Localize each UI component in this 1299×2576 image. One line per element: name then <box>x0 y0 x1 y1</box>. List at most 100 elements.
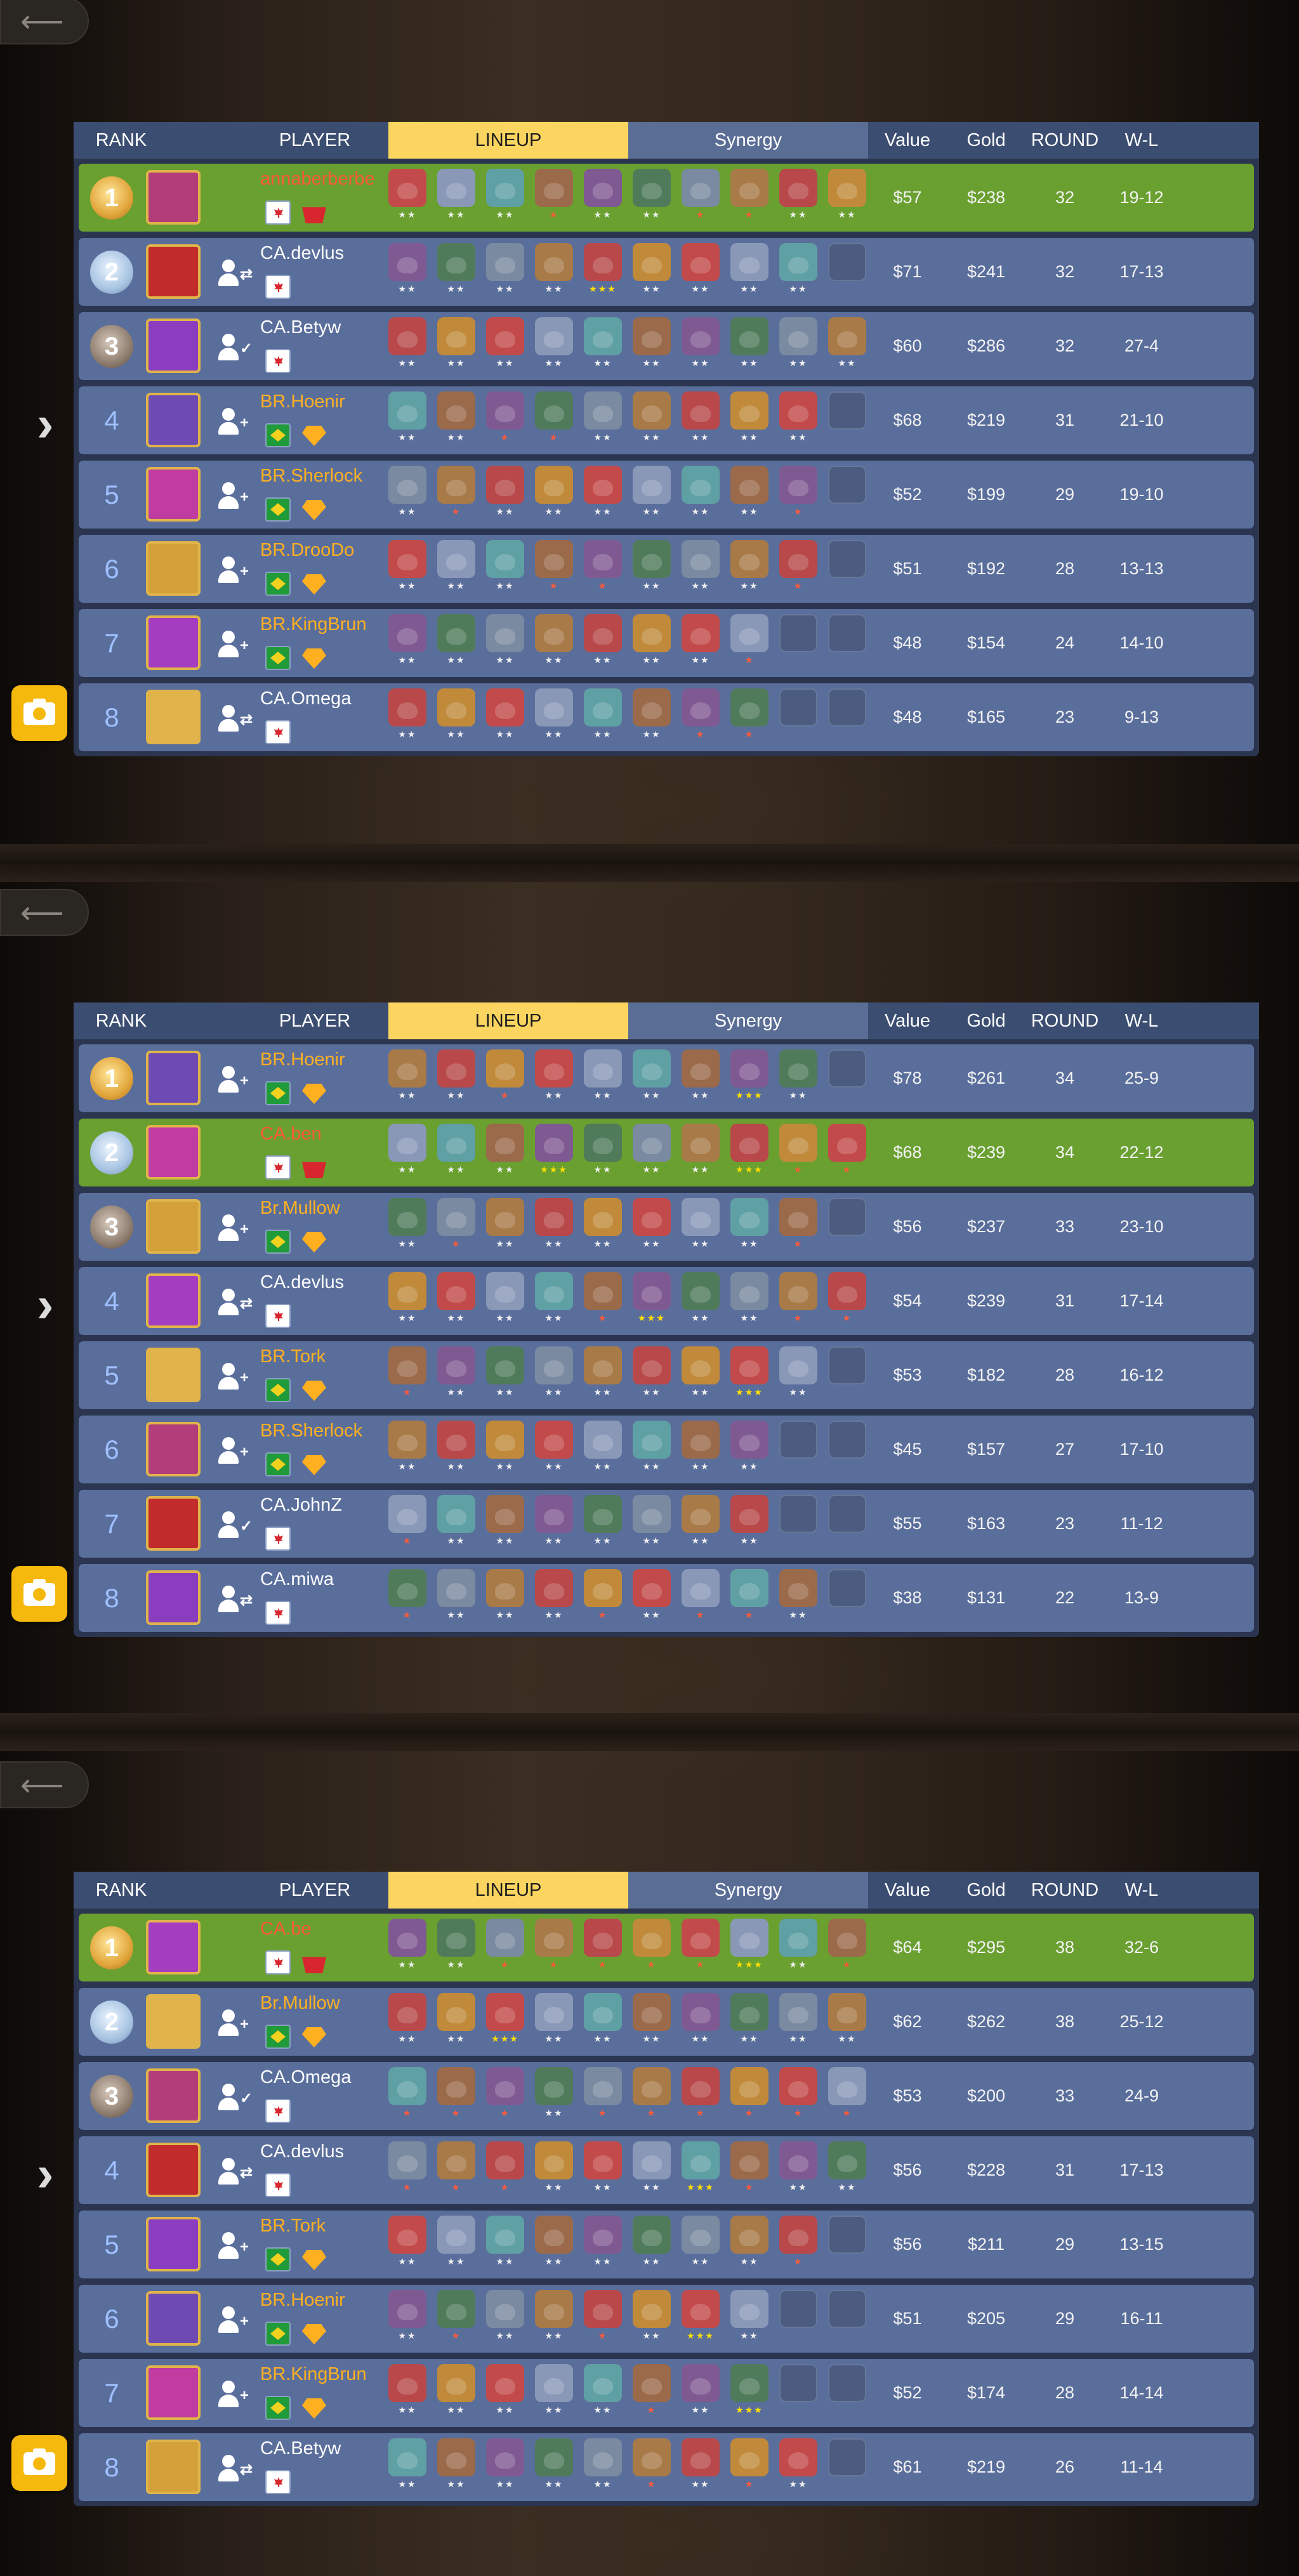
add-friend-icon[interactable]: + <box>218 1214 254 1244</box>
hero-unit[interactable]: ★★★ <box>535 1124 573 1174</box>
hero-unit[interactable]: ★★ <box>486 1569 524 1620</box>
hero-unit[interactable]: ★★ <box>437 317 475 368</box>
player-row[interactable]: 7 + BR.KingBrun ★★ ★★ ★★ ★★ ★★ ★★ ★★ ★ $48 $154 24 14-… <box>79 609 1254 677</box>
hero-unit[interactable]: ★★ <box>535 614 573 665</box>
hero-unit[interactable]: ★★ <box>388 540 426 591</box>
hero-unit[interactable]: ★★ <box>584 2438 622 2489</box>
hero-unit[interactable]: ★★ <box>535 2216 573 2266</box>
hero-unit[interactable]: ★ <box>584 1569 622 1620</box>
add-friend-icon[interactable]: ⇄ <box>218 1289 254 1318</box>
add-friend-icon[interactable]: + <box>218 2381 254 2410</box>
hero-unit[interactable]: ★★ <box>388 2438 426 2489</box>
hero-unit[interactable]: ★ <box>584 1919 622 1969</box>
player-row[interactable]: 1 annaberberbe ★★ ★★ ★★ ★ ★★ ★★ ★ ★ ★★ ★★ $57 $238 32 1… <box>79 164 1254 232</box>
avatar[interactable] <box>146 170 201 225</box>
hero-unit[interactable]: ★★ <box>486 466 524 516</box>
hero-unit[interactable]: ★ <box>682 1919 720 1969</box>
hero-unit[interactable]: ★★ <box>437 1495 475 1546</box>
player-name[interactable]: BR.Sherlock <box>260 466 362 487</box>
hero-unit[interactable]: ★★★ <box>730 1124 768 1174</box>
hero-unit[interactable]: ★★ <box>535 2141 573 2192</box>
hero-unit[interactable]: ★ <box>437 2141 475 2192</box>
header-synergy[interactable]: Synergy <box>628 1002 868 1039</box>
player-name[interactable]: BR.KingBrun <box>260 2364 367 2385</box>
hero-unit[interactable]: ★ <box>730 169 768 220</box>
hero-unit[interactable]: ★★ <box>828 169 866 220</box>
hero-unit[interactable]: ★ <box>584 2067 622 2118</box>
hero-unit[interactable]: ★★ <box>388 2290 426 2341</box>
hero-unit[interactable]: ★★ <box>633 1421 671 1471</box>
hero-unit[interactable]: ★ <box>779 1198 817 1249</box>
chevron-right-icon[interactable]: › <box>37 1275 54 1334</box>
hero-unit[interactable]: ★★ <box>584 688 622 739</box>
hero-unit[interactable]: ★★ <box>682 1049 720 1100</box>
hero-unit[interactable]: ★★ <box>486 1495 524 1546</box>
hero-unit[interactable]: ★★ <box>437 391 475 442</box>
camera-icon[interactable] <box>11 1566 67 1622</box>
camera-icon[interactable] <box>11 685 67 741</box>
add-friend-icon[interactable]: + <box>218 1066 254 1095</box>
hero-unit[interactable]: ★★ <box>682 2216 720 2266</box>
hero-unit[interactable]: ★ <box>682 688 720 739</box>
hero-unit[interactable]: ★★ <box>682 243 720 294</box>
hero-unit[interactable]: ★★ <box>437 1919 475 1969</box>
hero-unit[interactable]: ★★ <box>730 391 768 442</box>
hero-unit[interactable]: ★★ <box>535 1049 573 1100</box>
player-row[interactable]: 3 ✓ CA.Betyw ★★ ★★ ★★ ★★ ★★ ★★ ★★ ★★ ★★ ★★ $60 $286 32 2… <box>79 312 1254 380</box>
hero-unit[interactable]: ★★ <box>779 1049 817 1100</box>
hero-unit[interactable]: ★ <box>779 466 817 516</box>
hero-unit[interactable]: ★★ <box>828 2141 866 2192</box>
hero-unit[interactable]: ★★ <box>633 243 671 294</box>
player-row[interactable]: 6 + BR.Sherlock ★★ ★★ ★★ ★★ ★★ ★★ ★★ ★★ $45 $157 27 17… <box>79 1416 1254 1483</box>
hero-unit[interactable]: ★ <box>388 1495 426 1546</box>
hero-unit[interactable]: ★★ <box>633 466 671 516</box>
hero-unit[interactable]: ★★ <box>584 1993 622 2044</box>
player-row[interactable]: 1 + BR.Hoenir ★★ ★★ ★ ★★ ★★ ★★ ★★ ★★★ ★★ $78 $261 34 25… <box>79 1044 1254 1112</box>
hero-unit[interactable]: ★ <box>388 1569 426 1620</box>
hero-unit[interactable]: ★ <box>486 2067 524 2118</box>
hero-unit[interactable]: ★ <box>437 2290 475 2341</box>
hero-unit[interactable]: ★★ <box>486 2216 524 2266</box>
hero-unit[interactable]: ★ <box>779 2216 817 2266</box>
hero-unit[interactable]: ★★★ <box>682 2290 720 2341</box>
hero-unit[interactable]: ★★★ <box>730 1919 768 1969</box>
player-name[interactable]: BR.Tork <box>260 2216 326 2237</box>
hero-unit[interactable]: ★ <box>730 688 768 739</box>
hero-unit[interactable]: ★★ <box>486 1346 524 1397</box>
hero-unit[interactable]: ★★ <box>437 1272 475 1323</box>
hero-unit[interactable]: ★★ <box>437 2438 475 2489</box>
hero-unit[interactable]: ★ <box>584 540 622 591</box>
add-friend-icon[interactable]: + <box>218 2232 254 2261</box>
hero-unit[interactable]: ★★ <box>584 614 622 665</box>
add-friend-icon[interactable]: + <box>218 2306 254 2336</box>
hero-unit[interactable]: ★★ <box>584 466 622 516</box>
avatar[interactable] <box>146 2217 201 2271</box>
avatar[interactable] <box>146 1920 201 1975</box>
hero-unit[interactable]: ★★ <box>633 169 671 220</box>
hero-unit[interactable]: ★★ <box>388 614 426 665</box>
hero-unit[interactable]: ★★ <box>535 243 573 294</box>
player-name[interactable]: CA.Betyw <box>260 2438 341 2459</box>
player-name[interactable]: CA.be <box>260 1919 312 1940</box>
hero-unit[interactable]: ★★ <box>633 1993 671 2044</box>
avatar[interactable] <box>146 2143 201 2197</box>
avatar[interactable] <box>146 1199 201 1254</box>
hero-unit[interactable]: ★★ <box>779 243 817 294</box>
add-friend-icon[interactable]: + <box>218 1437 254 1466</box>
hero-unit[interactable]: ★★ <box>437 614 475 665</box>
hero-unit[interactable]: ★★ <box>730 1495 768 1546</box>
player-name[interactable]: CA.devlus <box>260 1272 344 1293</box>
add-friend-icon[interactable]: ⇄ <box>218 2158 254 2187</box>
hero-unit[interactable]: ★★ <box>437 2364 475 2415</box>
avatar[interactable] <box>146 1422 201 1476</box>
add-friend-icon[interactable]: ⇄ <box>218 2455 254 2484</box>
player-row[interactable]: 8 ⇄ CA.Omega ★★ ★★ ★★ ★★ ★★ ★★ ★ ★ $48 $165 23 9-13 <box>79 683 1254 751</box>
add-friend-icon[interactable]: ⇄ <box>218 705 254 734</box>
hero-unit[interactable]: ★★ <box>388 2216 426 2266</box>
hero-unit[interactable]: ★★ <box>388 1919 426 1969</box>
hero-unit[interactable]: ★★ <box>486 169 524 220</box>
hero-unit[interactable]: ★★ <box>779 2141 817 2192</box>
hero-unit[interactable]: ★ <box>535 169 573 220</box>
player-name[interactable]: BR.DrooDo <box>260 540 354 561</box>
hero-unit[interactable]: ★★ <box>779 317 817 368</box>
